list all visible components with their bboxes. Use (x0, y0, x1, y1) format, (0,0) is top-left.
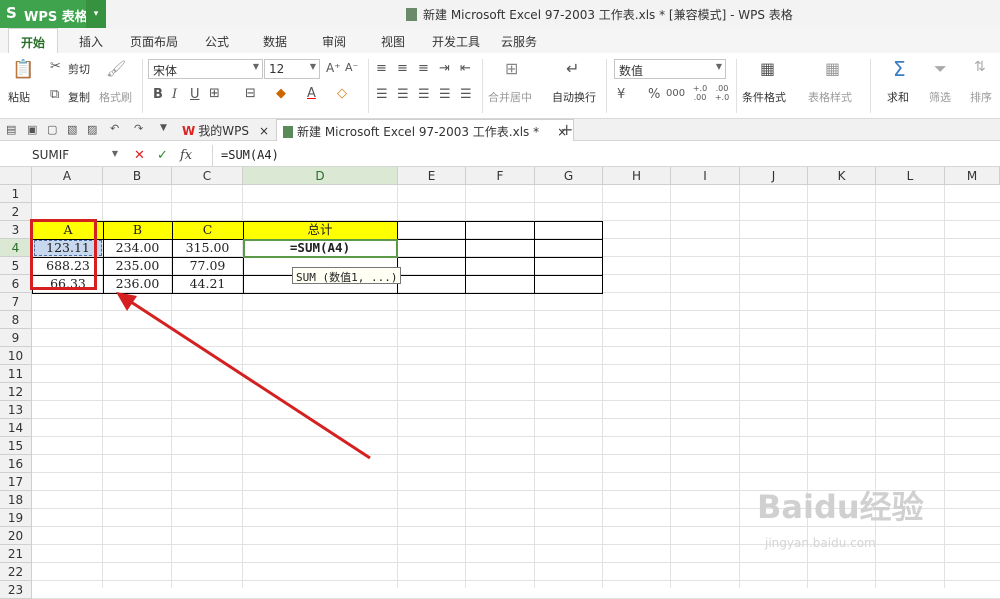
annotation-arrow-line (127, 298, 371, 460)
annotation-arrow-head (116, 292, 137, 311)
watermark-url: jingyan.baidu.com (765, 536, 876, 550)
watermark-logo: Baidu经验 (757, 488, 924, 526)
